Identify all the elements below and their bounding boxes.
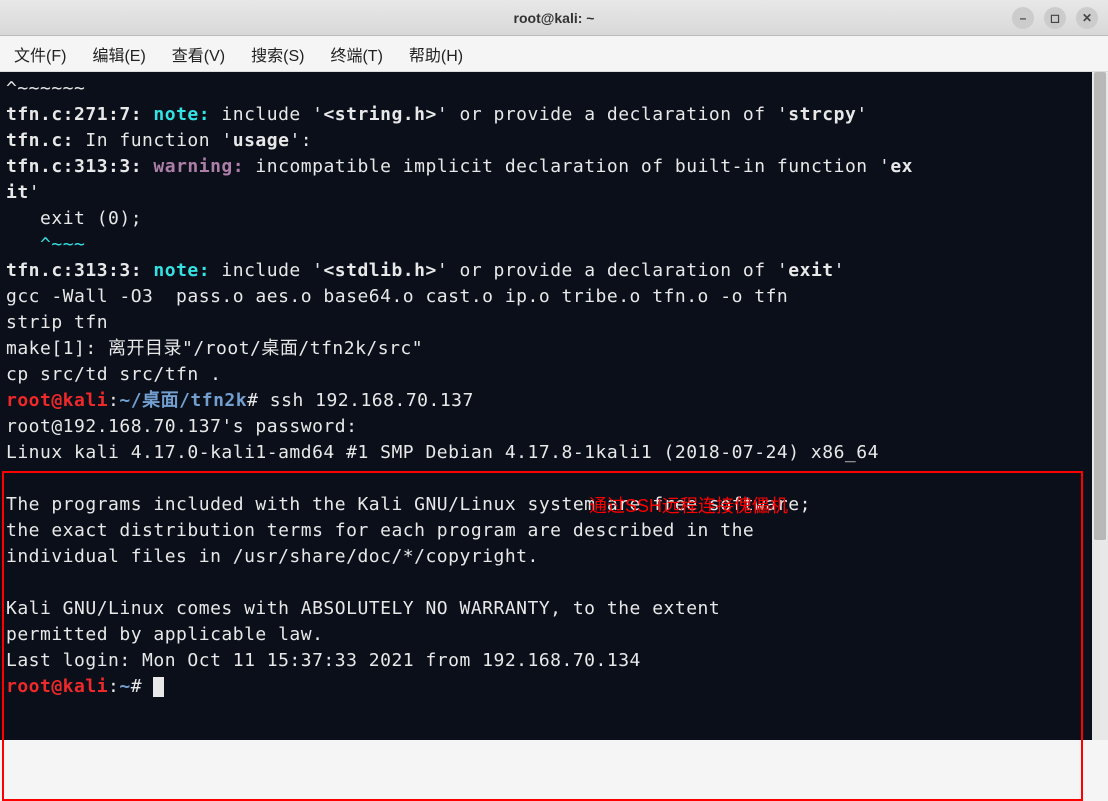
line-9: make[1]: 离开目录"/root/桌面/tfn2k/src" <box>6 338 423 359</box>
line-linux: Linux kali 4.17.0-kali1-amd64 #1 SMP Deb… <box>6 442 879 463</box>
hdr-1: <string.h> <box>323 104 436 125</box>
line-pwd: root@192.168.70.137's password: <box>6 416 357 437</box>
window-title: root@kali: ~ <box>514 10 595 26</box>
titlebar: root@kali: ~ – ◻ ✕ <box>0 0 1108 36</box>
terminal-window: root@kali: ~ – ◻ ✕ 文件(F) 编辑(E) 查看(V) 搜索(… <box>0 0 1108 740</box>
prompt1-path: ~/桌面/tfn2k <box>119 390 247 411</box>
partial-line: ^~~~~~~ <box>6 78 85 99</box>
txt-2a: In function ' <box>74 130 233 151</box>
window-controls: – ◻ ✕ <box>1012 7 1098 29</box>
warn-3: warning: <box>153 156 244 177</box>
caret-5a: ^ <box>40 234 51 255</box>
loc-2: tfn.c: <box>6 130 74 151</box>
menu-help[interactable]: 帮助(H) <box>409 42 463 66</box>
prompt2-path: ~ <box>119 676 130 697</box>
fn-1: strcpy <box>788 104 856 125</box>
line-last: Last login: Mon Oct 11 15:37:33 2021 fro… <box>6 650 641 671</box>
prompt1-sep: : <box>108 390 119 411</box>
prompt2-hash: # <box>131 676 142 697</box>
scrollbar-thumb[interactable] <box>1094 72 1106 540</box>
terminal-wrapper: ^~~~~~~ tfn.c:271:7: note: include '<str… <box>0 72 1108 740</box>
txt-1c: ' <box>856 104 867 125</box>
txt-6b: ' or provide a declaration of ' <box>437 260 788 281</box>
prompt1-cmd: ssh 192.168.70.137 <box>258 390 473 411</box>
line-w2: permitted by applicable law. <box>6 624 323 645</box>
line-10: cp src/td src/tfn . <box>6 364 221 385</box>
menu-view[interactable]: 查看(V) <box>172 42 225 66</box>
fn-2: usage <box>233 130 290 151</box>
loc-6: tfn.c:313:3: <box>6 260 142 281</box>
note-1: note: <box>153 104 210 125</box>
menu-terminal[interactable]: 终端(T) <box>330 42 382 66</box>
line-p3: individual files in /usr/share/doc/*/cop… <box>6 546 539 567</box>
loc-1: tfn.c:271:7: <box>6 104 142 125</box>
txt-6a: include ' <box>210 260 323 281</box>
line-7: gcc -Wall -O3 pass.o aes.o base64.o cast… <box>6 286 788 307</box>
hdr-6: <stdlib.h> <box>323 260 436 281</box>
menu-file[interactable]: 文件(F) <box>14 42 66 66</box>
txt-3b: ' <box>29 182 40 203</box>
line-w1: Kali GNU/Linux comes with ABSOLUTELY NO … <box>6 598 720 619</box>
txt-3a: incompatible implicit declaration of bui… <box>244 156 890 177</box>
loc-3: tfn.c:313:3: <box>6 156 142 177</box>
prompt1-hash: # <box>247 390 258 411</box>
close-button[interactable]: ✕ <box>1076 7 1098 29</box>
txt-1a: include ' <box>210 104 323 125</box>
prompt2-sep: : <box>108 676 119 697</box>
note-6: note: <box>153 260 210 281</box>
prompt1-user: root@kali <box>6 390 108 411</box>
fn-6: exit <box>788 260 833 281</box>
menu-edit[interactable]: 编辑(E) <box>92 42 145 66</box>
txt-1b: ' or provide a declaration of ' <box>437 104 788 125</box>
line-p1: The programs included with the Kali GNU/… <box>6 494 811 515</box>
caret-5b: ~~~ <box>51 234 85 255</box>
cursor-block <box>153 677 164 697</box>
prompt2-cmd <box>142 676 153 697</box>
caret-5-pre <box>6 234 40 255</box>
minimize-button[interactable]: – <box>1012 7 1034 29</box>
prompt2-user: root@kali <box>6 676 108 697</box>
line-p2: the exact distribution terms for each pr… <box>6 520 754 541</box>
terminal-output[interactable]: ^~~~~~~ tfn.c:271:7: note: include '<str… <box>0 72 1092 740</box>
line-8: strip tfn <box>6 312 108 333</box>
code-4: exit (0); <box>6 208 142 229</box>
txt-2b: ': <box>289 130 312 151</box>
menu-search[interactable]: 搜索(S) <box>251 42 304 66</box>
txt-6c: ' <box>834 260 845 281</box>
menubar: 文件(F) 编辑(E) 查看(V) 搜索(S) 终端(T) 帮助(H) <box>0 36 1108 72</box>
maximize-button[interactable]: ◻ <box>1044 7 1066 29</box>
scrollbar[interactable] <box>1092 72 1108 740</box>
